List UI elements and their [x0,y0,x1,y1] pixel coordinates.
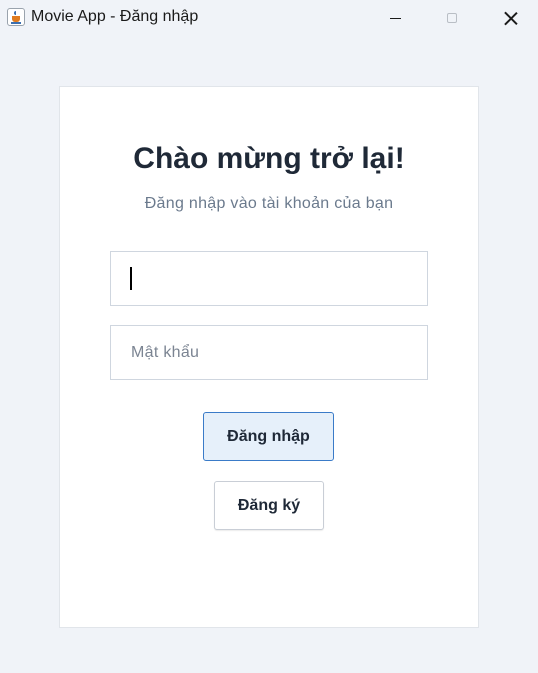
register-button[interactable]: Đăng ký [214,481,324,530]
close-icon [504,11,518,25]
page-subtitle: Đăng nhập vào tài khoản của bạn [144,195,394,212]
steam-shape [14,11,20,15]
minimize-button[interactable] [372,0,418,36]
password-input[interactable]: Mật khẩu [110,325,428,380]
minimize-icon [389,17,401,19]
page-title: Chào mừng trở lại! [133,142,405,175]
password-placeholder: Mật khẩu [131,344,200,361]
maximize-icon [447,13,457,23]
maximize-button[interactable] [429,0,475,36]
plate-shape [11,22,21,24]
login-card: Chào mừng trở lại! Đăng nhập vào tài kho… [59,86,479,628]
java-app-icon [7,8,25,26]
login-button[interactable]: Đăng nhập [203,412,334,461]
app-window: Movie App - Đăng nhập Chào mừng trở lại!… [0,0,538,673]
title-bar[interactable]: Movie App - Đăng nhập [0,0,538,36]
username-input[interactable] [110,251,428,306]
close-button[interactable] [488,0,534,36]
text-caret [130,267,132,290]
window-title: Movie App - Đăng nhập [31,8,199,25]
